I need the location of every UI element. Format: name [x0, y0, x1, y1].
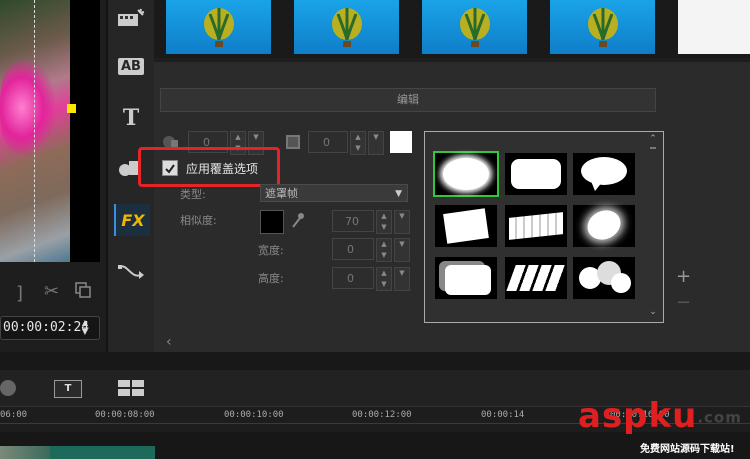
similarity-field[interactable]: 70: [332, 210, 374, 232]
copy-icon[interactable]: [74, 281, 92, 299]
ruler-tick: 00:00:10:00: [224, 410, 284, 420]
border-width-field[interactable]: 0: [308, 131, 348, 153]
width-label: 宽度:: [258, 244, 284, 257]
resize-handle[interactable]: [67, 104, 76, 113]
type-value: 遮罩帧: [265, 187, 298, 200]
watermark-suffix: .com: [697, 408, 742, 427]
border-width-stepper[interactable]: ▲ ▼: [350, 131, 366, 155]
mask-layered-frames[interactable]: [435, 257, 497, 299]
title-ab-icon[interactable]: AB: [114, 50, 148, 82]
clip-thumbnail-blank[interactable]: [678, 0, 750, 54]
width-stepper[interactable]: ▲ ▼: [376, 238, 392, 262]
highlight-box: [138, 147, 280, 187]
mask-frame-gallery: [424, 131, 664, 323]
ruler-tick: 06:00: [0, 410, 28, 420]
type-dropdown[interactable]: 遮罩帧 ▼: [260, 184, 408, 202]
similarity-label: 相似度:: [180, 214, 217, 227]
clip-thumbnail[interactable]: [422, 0, 527, 54]
border-color-swatch[interactable]: [390, 131, 412, 153]
mask-rounded-rect[interactable]: [505, 153, 567, 195]
mask-tilted-paper[interactable]: [435, 205, 497, 247]
text-icon[interactable]: T: [114, 102, 148, 134]
timecode-stepper[interactable]: ▲ ▼: [78, 318, 92, 338]
chevron-down-icon: ▼: [395, 189, 402, 199]
width-dropdown[interactable]: ▼: [394, 238, 410, 262]
mask-color-swatch[interactable]: [260, 210, 284, 234]
width-field[interactable]: 0: [332, 238, 374, 260]
remove-icon[interactable]: −: [676, 292, 691, 313]
ab-label: AB: [118, 57, 144, 75]
mask-speech-bubble[interactable]: [573, 153, 635, 195]
ruler-tick: 00:00:08:00: [95, 410, 155, 420]
fx-filter-icon[interactable]: FX: [114, 204, 150, 236]
gallery-scrollbar[interactable]: ⌃ ⌄: [648, 134, 658, 317]
watermark-logo: aspku.com 免费网站源码下载站!: [578, 396, 750, 456]
height-dropdown[interactable]: ▼: [394, 267, 410, 291]
height-field[interactable]: 0: [332, 267, 374, 289]
add-icon[interactable]: +: [676, 266, 691, 287]
ruler-tick: 00:00:14: [481, 410, 525, 420]
title-track-icon[interactable]: T: [54, 380, 82, 398]
mask-soft-oval[interactable]: [573, 205, 635, 247]
clip-thumbnail[interactable]: [550, 0, 655, 54]
watermark-subtitle: 免费网站源码下载站!: [640, 444, 735, 455]
clip-thumbnail-strip: [154, 0, 750, 58]
storyboard-view-icon[interactable]: [118, 380, 144, 397]
mask-oval[interactable]: [433, 151, 499, 197]
section-header: 编辑: [160, 88, 656, 112]
preview-window: [0, 0, 100, 262]
track-manager-icon[interactable]: [0, 380, 16, 396]
similarity-stepper[interactable]: ▲ ▼: [376, 210, 392, 234]
timeline-divider: [0, 352, 750, 370]
mask-brush-strokes[interactable]: [505, 257, 567, 299]
border-color-icon: [286, 135, 300, 149]
similarity-dropdown[interactable]: ▼: [394, 210, 410, 234]
type-label: 类型:: [180, 188, 206, 201]
fx-label: FX: [121, 210, 145, 230]
ruler-tick: 00:00:12:00: [352, 410, 412, 420]
media-fx-icon[interactable]: [114, 2, 148, 34]
clip-thumbnail[interactable]: [294, 0, 399, 54]
mask-circles[interactable]: [573, 257, 635, 299]
mark-in-icon[interactable]: ]: [16, 283, 23, 304]
height-stepper[interactable]: ▲ ▼: [376, 267, 392, 291]
motion-path-icon[interactable]: [114, 256, 148, 288]
eyedropper-icon[interactable]: [290, 212, 304, 230]
watermark-brand: aspku: [578, 396, 698, 436]
chevron-left-icon[interactable]: ‹: [166, 334, 172, 350]
border-width-dropdown[interactable]: ▼: [368, 131, 384, 155]
height-label: 高度:: [258, 272, 284, 285]
preview-crop-line: [34, 0, 36, 262]
split-clip-icon[interactable]: ✂: [44, 281, 59, 302]
preview-pink-overlay: [0, 60, 55, 155]
track-clip-thumb: [0, 446, 50, 459]
clip-thumbnail[interactable]: [166, 0, 271, 54]
mask-film-strip[interactable]: [505, 205, 567, 247]
